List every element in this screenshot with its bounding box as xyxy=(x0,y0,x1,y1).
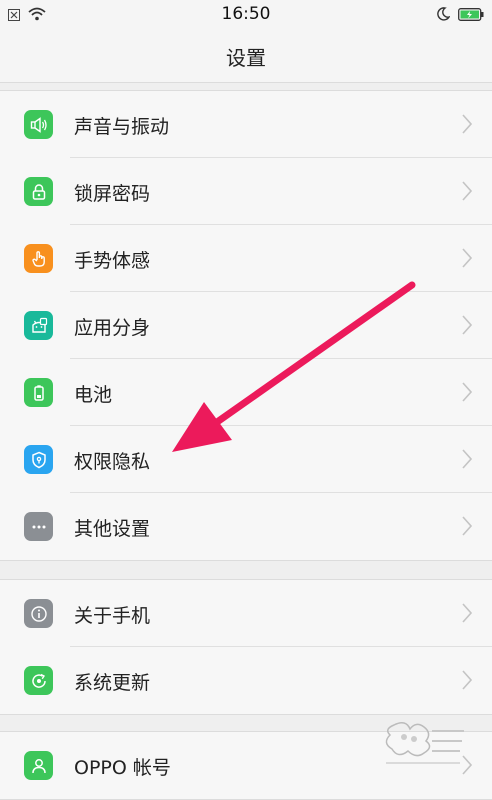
settings-item-label: 手势体感 xyxy=(74,250,151,272)
settings-group-main: 声音与振动 锁屏密码 手势体感 应用分身 电池 权限隐私 其他设置 xyxy=(0,90,492,561)
settings-item-about[interactable]: 关于手机 xyxy=(0,580,492,647)
status-time: 16:50 xyxy=(221,4,271,24)
more-icon xyxy=(24,512,53,541)
account-icon xyxy=(24,751,53,780)
settings-item-label: OPPO 帐号 xyxy=(74,757,171,779)
lock-icon xyxy=(24,177,53,206)
info-icon xyxy=(24,599,53,628)
speaker-icon xyxy=(24,110,53,139)
settings-item-label: 声音与振动 xyxy=(74,116,170,138)
settings-item-sound[interactable]: 声音与振动 xyxy=(0,91,492,158)
settings-item-privacy[interactable]: 权限隐私 xyxy=(0,426,492,493)
chevron-right-icon xyxy=(462,248,472,268)
settings-item-label: 应用分身 xyxy=(74,317,151,339)
baidu-jingyan-watermark xyxy=(385,722,464,764)
settings-item-gesture[interactable]: 手势体感 xyxy=(0,225,492,292)
chevron-right-icon xyxy=(462,315,472,335)
settings-item-label: 锁屏密码 xyxy=(74,183,151,205)
update-icon xyxy=(24,666,53,695)
settings-item-label: 系统更新 xyxy=(74,672,151,694)
page-title: 设置 xyxy=(226,46,266,70)
settings-item-label: 电池 xyxy=(74,384,113,406)
settings-item-other[interactable]: 其他设置 xyxy=(0,493,492,560)
title-bar: 设置 xyxy=(0,30,492,83)
hand-icon xyxy=(24,244,53,273)
settings-group-system: 关于手机 系统更新 xyxy=(0,579,492,715)
moon-icon xyxy=(436,6,451,25)
status-bar: 16:50 xyxy=(0,0,492,30)
settings-item-battery[interactable]: 电池 xyxy=(0,359,492,426)
battery-icon xyxy=(24,378,53,407)
chevron-right-icon xyxy=(462,449,472,469)
chevron-right-icon xyxy=(462,516,472,536)
settings-item-label: 关于手机 xyxy=(74,605,151,627)
settings-item-label: 权限隐私 xyxy=(74,451,151,473)
shield-icon xyxy=(24,445,53,474)
chevron-right-icon xyxy=(462,603,472,623)
settings-item-lock[interactable]: 锁屏密码 xyxy=(0,158,492,225)
settings-item-update[interactable]: 系统更新 xyxy=(0,647,492,714)
chevron-right-icon xyxy=(462,670,472,690)
settings-item-app-clone[interactable]: 应用分身 xyxy=(0,292,492,359)
battery-charging-icon xyxy=(458,6,484,25)
chevron-right-icon xyxy=(462,181,472,201)
chevron-right-icon xyxy=(462,382,472,402)
app-clone-icon xyxy=(24,311,53,340)
chevron-right-icon xyxy=(462,114,472,134)
settings-item-label: 其他设置 xyxy=(74,518,151,540)
